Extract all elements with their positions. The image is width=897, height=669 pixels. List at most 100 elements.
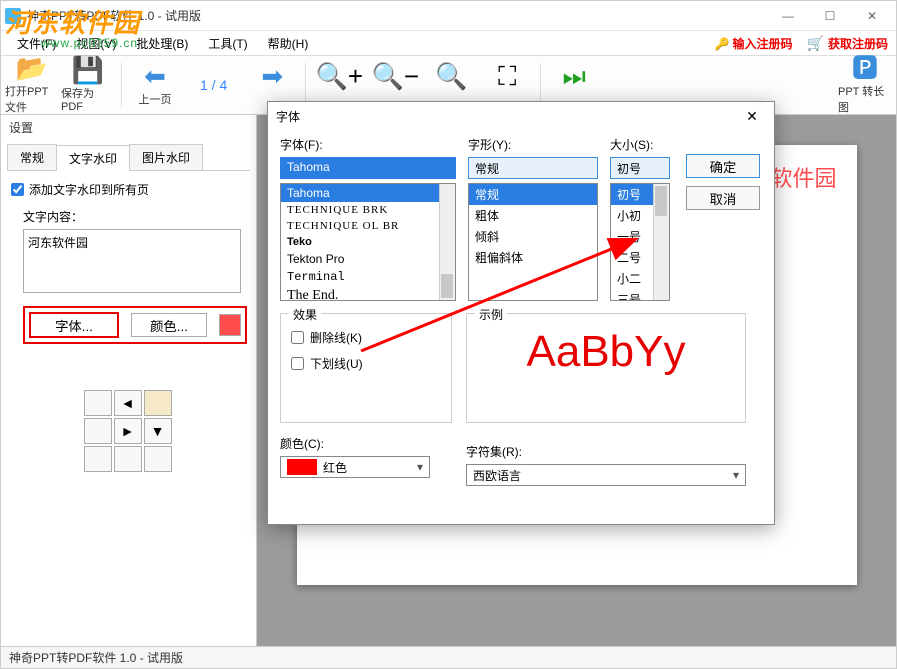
color-select[interactable]: 红色 ▾ [280,456,430,478]
settings-panel: 设置 常规 文字水印 图片水印 添加文字水印到所有页 文字内容： 字体... 颜… [1,115,257,646]
font-label: 字体(F): [280,136,456,153]
style-input[interactable]: 常规 [468,157,598,179]
settings-tabs: 常规 文字水印 图片水印 [7,144,250,171]
font-item[interactable]: Tekton Pro [281,250,455,268]
charset-select[interactable]: 西欧语言 ▾ [466,464,746,486]
tab-general[interactable]: 常规 [7,144,57,170]
get-reg-code-link[interactable]: 🛒 获取注册码 [807,35,888,52]
get-reg-code-label: 获取注册码 [828,35,888,52]
magnifier-icon: 🔍 [435,63,467,89]
font-color-highlight: 字体... 颜色... [23,306,247,344]
ok-button[interactable]: 确定 [686,154,760,178]
color-swatch[interactable] [219,314,241,336]
minimize-button[interactable]: — [768,3,808,29]
color-button[interactable]: 颜色... [131,313,207,337]
pos-tr[interactable] [144,390,172,416]
font-item[interactable]: TECHNIQUE BRK [281,202,455,218]
strike-label: 删除线(K) [310,329,362,346]
font-list[interactable]: Tahoma TECHNIQUE BRK TECHNIQUE OL BR Tek… [280,183,456,301]
font-input[interactable]: Tahoma [280,157,456,179]
statusbar: 神奇PPT转PDF软件 1.0 - 试用版 [1,646,896,668]
font-item[interactable]: The End. [281,286,455,301]
tab-image-watermark[interactable]: 图片水印 [129,144,203,170]
font-item[interactable]: Teko [281,234,455,250]
style-item[interactable]: 粗体 [469,205,597,226]
charset-label: 字符集(R): [466,443,746,460]
prev-page-button[interactable]: ⬅ 上一页 [128,57,182,113]
dialog-close-button[interactable]: ✕ [738,105,766,127]
pos-tc[interactable]: ◄ [114,390,142,416]
underline-checkbox[interactable] [291,357,304,370]
arrow-left-icon: ⬅ [144,63,166,89]
menu-file[interactable]: 文件(F) [7,32,66,55]
color-name: 红色 [323,459,347,476]
chevron-down-icon: ▾ [733,468,739,482]
window-title: 神奇PPT转PDF软件 1.0 - 试用版 [27,7,768,24]
page-indicator: 1 / 4 [184,77,243,93]
arrow-right-icon: ➡ [261,63,283,89]
font-dialog: 字体 ✕ 字体(F): Tahoma Tahoma TECHNIQUE BRK … [267,101,775,525]
size-list-scrollbar[interactable] [653,184,669,300]
menu-batch[interactable]: 批处理(B) [126,32,198,55]
tab-text-watermark[interactable]: 文字水印 [56,145,130,171]
color-swatch-icon [287,459,317,475]
add-text-wm-checkbox[interactable] [11,183,24,196]
app-icon [5,8,21,24]
pos-mc[interactable]: ► [114,418,142,444]
strike-checkbox[interactable] [291,331,304,344]
style-label: 字形(Y): [468,136,598,153]
zoom-in-icon: 🔍+ [315,63,363,89]
key-icon: 🔑 [715,37,729,51]
maximize-button[interactable]: ☐ [810,3,850,29]
style-item[interactable]: 常规 [469,184,597,205]
dialog-title: 字体 [276,108,300,125]
sample-text: AaBbYy [477,324,735,374]
size-input[interactable]: 初号 [610,157,670,179]
pos-br[interactable] [144,446,172,472]
pos-ml[interactable] [84,418,112,444]
size-list[interactable]: 初号 小初 一号 二号 小二 三号 [610,183,670,301]
menu-view[interactable]: 视图(V) [66,32,126,55]
menu-tools[interactable]: 工具(T) [198,32,257,55]
pos-tl[interactable] [84,390,112,416]
style-list[interactable]: 常规 粗体 倾斜 粗偏斜体 [468,183,598,301]
chevron-down-icon: ▾ [411,460,429,474]
page-icon: 🅿 [852,55,878,81]
pos-bl[interactable] [84,446,112,472]
content-label: 文字内容： [1,202,256,229]
menubar: 文件(F) 视图(V) 批处理(B) 工具(T) 帮助(H) 🔑 输入注册码 🛒… [1,31,896,55]
style-item[interactable]: 粗偏斜体 [469,247,597,268]
add-text-wm-label: 添加文字水印到所有页 [29,181,149,198]
position-grid: ◄ ► ▼ [84,390,174,472]
sample-title: 示例 [475,306,507,323]
color-label: 颜色(C): [280,437,324,451]
expand-icon: ⛶ [498,63,516,89]
font-item[interactable]: TECHNIQUE OL BR [281,218,455,234]
font-item[interactable]: Tahoma [281,184,455,202]
play-icon: ⏭ [563,63,586,89]
settings-title: 设置 [1,115,256,140]
titlebar: 神奇PPT转PDF软件 1.0 - 试用版 — ☐ ✕ [1,1,896,31]
enter-reg-code-label: 输入注册码 [733,35,793,52]
effect-title: 效果 [289,306,321,323]
watermark-text-input[interactable] [23,229,241,293]
menu-help[interactable]: 帮助(H) [258,32,319,55]
font-button[interactable]: 字体... [29,312,119,338]
pos-bc[interactable] [114,446,142,472]
zoom-out-icon: 🔍− [371,63,419,89]
enter-reg-code-link[interactable]: 🔑 输入注册码 [715,35,793,52]
cancel-button[interactable]: 取消 [686,186,760,210]
save-pdf-button[interactable]: 💾 保存为PDF [61,57,115,113]
font-item[interactable]: Terminal [281,268,455,286]
sample-group: 示例 AaBbYy [466,313,746,423]
pos-mr[interactable]: ▼ [144,418,172,444]
style-item[interactable]: 倾斜 [469,226,597,247]
ppt-long-image-button[interactable]: 🅿 PPT 转长图 [838,57,892,113]
open-ppt-button[interactable]: 📂 打开PPT文件 [5,57,59,113]
underline-label: 下划线(U) [310,355,363,372]
font-list-scrollbar[interactable] [439,184,455,300]
folder-open-icon: 📂 [16,55,48,81]
cart-icon: 🛒 [807,35,824,52]
close-button[interactable]: ✕ [852,3,892,29]
charset-value: 西欧语言 [473,467,521,484]
